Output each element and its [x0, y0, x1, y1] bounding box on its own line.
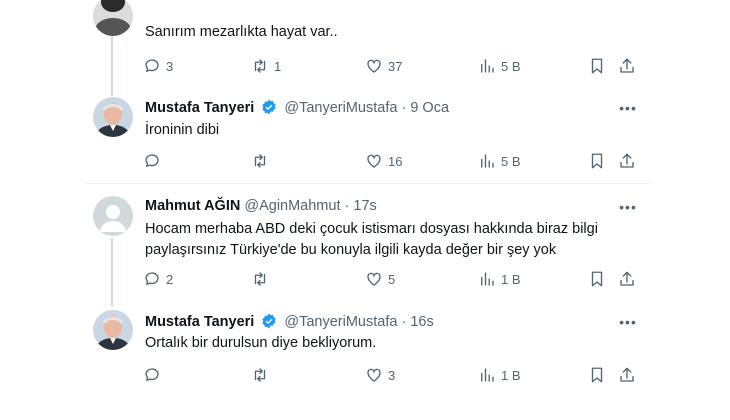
retweet-button[interactable] — [251, 366, 274, 384]
more-button[interactable]: ••• — [617, 199, 639, 215]
tweet-time[interactable]: 17s — [353, 198, 376, 214]
share-button[interactable] — [618, 366, 636, 384]
reply-count: 3 — [166, 58, 174, 74]
tweet-time[interactable]: 16s — [410, 314, 433, 330]
views-icon — [481, 59, 494, 73]
tweet-text: Hocam merhaba ABD deki çocuk istismarı d… — [145, 221, 598, 237]
tweet-text: İroninin dibi — [145, 122, 220, 138]
share-icon — [620, 58, 634, 73]
thread-line — [111, 238, 113, 306]
retweet-icon — [254, 272, 266, 286]
more-icon: ••• — [619, 314, 637, 330]
avatar[interactable] — [93, 97, 133, 137]
like-count: 37 — [388, 58, 403, 74]
views-button[interactable]: 5 B — [478, 57, 521, 75]
tweet-text: paylaşırsınız Türkiye'de bu konuyla ilgi… — [145, 242, 557, 258]
like-icon — [367, 59, 381, 73]
tweet-text: Sanırım mezarlıkta hayat var.. — [145, 24, 338, 40]
meta-separator: · — [401, 100, 407, 116]
author-handle[interactable]: @AginMahmut — [244, 198, 340, 214]
reply-button[interactable]: 3 — [143, 57, 173, 75]
bookmark-icon — [591, 153, 603, 169]
more-icon: ••• — [619, 100, 637, 116]
bookmark-button[interactable] — [588, 57, 606, 75]
reply-button[interactable] — [143, 366, 166, 384]
share-button[interactable] — [618, 270, 636, 288]
retweet-button[interactable] — [251, 152, 274, 170]
like-icon — [367, 272, 381, 286]
reply-count: 2 — [166, 271, 174, 287]
like-button[interactable]: 3 — [365, 366, 395, 384]
author-name[interactable]: Mustafa Tanyeri — [145, 100, 254, 116]
reply-button[interactable] — [143, 152, 166, 170]
views-icon — [481, 368, 494, 382]
views-button[interactable]: 1 B — [478, 366, 521, 384]
views-count: 5 B — [501, 153, 521, 169]
views-icon — [481, 154, 494, 168]
share-button[interactable] — [618, 152, 636, 170]
more-button[interactable]: ••• — [617, 100, 639, 116]
views-button[interactable]: 1 B — [478, 270, 521, 288]
more-button[interactable]: ••• — [617, 314, 639, 330]
bookmark-button[interactable] — [588, 366, 606, 384]
bookmark-icon — [591, 271, 603, 287]
reply-icon — [145, 154, 159, 167]
meta-separator: · — [401, 314, 407, 330]
retweet-icon — [254, 368, 266, 382]
tweet-author: Mustafa Tanyeri @TanyeriMustafa · 16s — [145, 313, 434, 330]
retweet-icon — [254, 59, 266, 73]
like-count: 3 — [388, 367, 396, 383]
more-icon: ••• — [619, 199, 637, 215]
views-count: 1 B — [501, 271, 521, 287]
bookmark-button[interactable] — [588, 152, 606, 170]
retweet-button[interactable] — [251, 270, 274, 288]
tweet-text: Ortalık bir durulsun diye bekliyorum. — [145, 335, 377, 351]
views-count: 5 B — [501, 58, 521, 74]
share-icon — [620, 153, 634, 168]
share-icon — [620, 367, 634, 382]
like-icon — [367, 154, 381, 168]
verified-icon — [262, 99, 277, 115]
like-button[interactable]: 5 — [365, 270, 395, 288]
like-button[interactable]: 16 — [365, 152, 402, 170]
share-icon — [620, 271, 634, 286]
reply-button[interactable]: 2 — [143, 270, 173, 288]
author-name[interactable]: Mahmut AĞIN — [145, 198, 240, 214]
views-count: 1 B — [501, 367, 521, 383]
like-button[interactable]: 37 — [365, 57, 402, 75]
views-button[interactable]: 5 B — [478, 152, 521, 170]
bookmark-icon — [591, 367, 603, 383]
reply-icon — [145, 272, 159, 285]
tweet-divider — [84, 183, 651, 184]
author-handle[interactable]: @TanyeriMustafa — [284, 314, 397, 330]
bookmark-icon — [591, 58, 603, 74]
like-count: 5 — [388, 271, 396, 287]
avatar[interactable] — [93, 196, 133, 236]
views-icon — [481, 272, 494, 286]
reply-icon — [145, 368, 159, 381]
retweet-icon — [254, 154, 266, 168]
author-name[interactable]: Mustafa Tanyeri — [145, 314, 254, 330]
tweet-time[interactable]: 9 Oca — [410, 100, 449, 116]
author-handle[interactable]: @TanyeriMustafa — [284, 100, 397, 116]
reply-icon — [145, 59, 159, 72]
verified-icon — [262, 313, 277, 329]
avatar[interactable] — [93, 0, 133, 36]
like-icon — [367, 368, 381, 382]
avatar[interactable] — [93, 310, 133, 350]
like-count: 16 — [388, 153, 403, 169]
share-button[interactable] — [618, 57, 636, 75]
tweet-author: Mustafa Tanyeri @TanyeriMustafa · 9 Oca — [145, 99, 449, 116]
retweet-button[interactable]: 1 — [251, 57, 281, 75]
bookmark-button[interactable] — [588, 270, 606, 288]
tweet-author: Mahmut AĞIN @AginMahmut · 17s — [145, 198, 377, 214]
retweet-count: 1 — [274, 58, 282, 74]
meta-separator: · — [344, 198, 350, 214]
thread-line — [111, 36, 113, 96]
